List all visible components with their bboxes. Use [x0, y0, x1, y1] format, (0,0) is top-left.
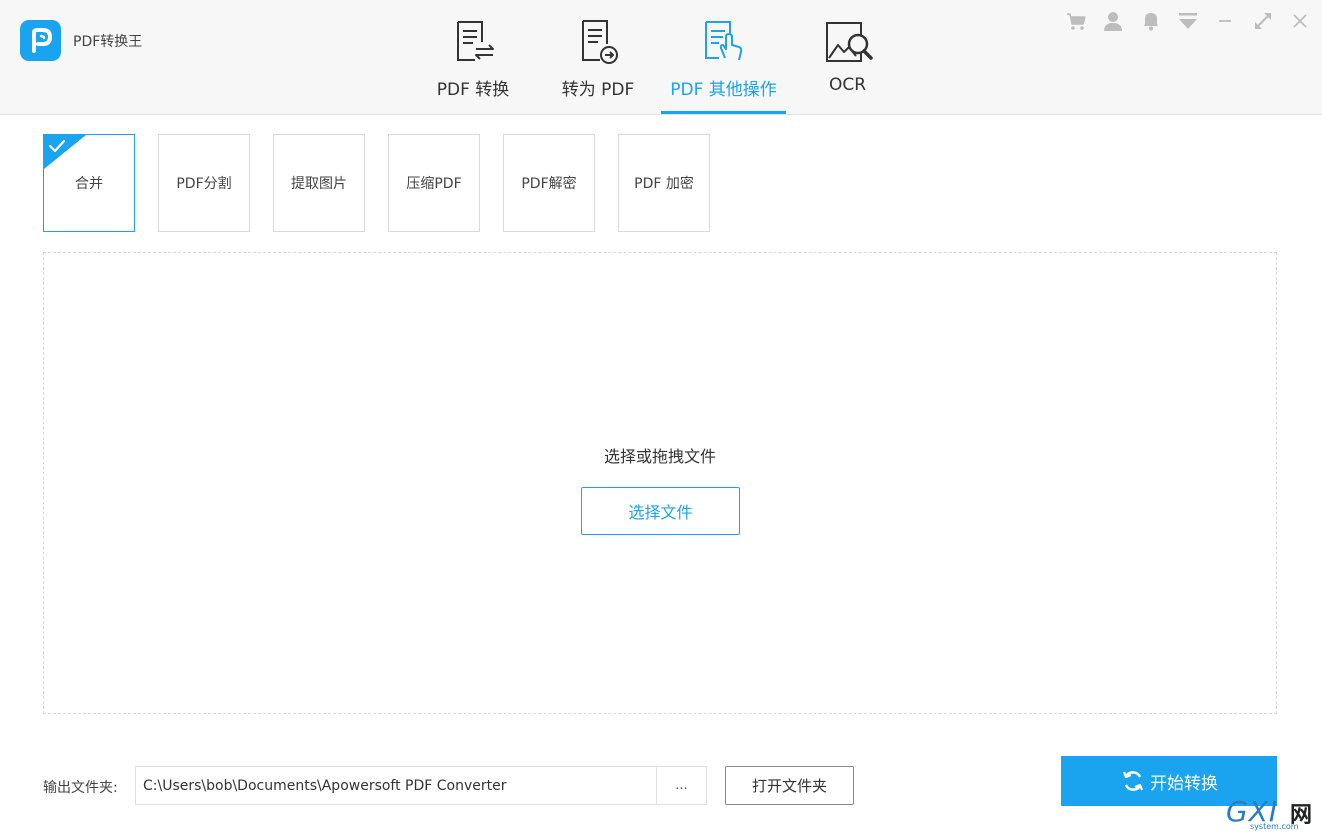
operation-split[interactable]: PDF分割 [158, 134, 250, 232]
operation-extract-images[interactable]: 提取图片 [273, 134, 365, 232]
watermark-site: system.com [1250, 822, 1299, 831]
tab-to-pdf[interactable]: 转为 PDF [545, 0, 651, 114]
active-tab-indicator [661, 111, 786, 114]
cart-icon[interactable] [1065, 10, 1087, 32]
tab-pdf-convert[interactable]: PDF 转换 [420, 0, 526, 114]
output-path-field[interactable] [135, 766, 657, 805]
refresh-icon [1122, 771, 1144, 791]
browse-button[interactable]: ... [656, 766, 707, 805]
user-icon[interactable] [1102, 10, 1124, 32]
close-icon[interactable] [1289, 10, 1311, 32]
tab-label: PDF 其他操作 [670, 80, 777, 100]
tab-label: 转为 PDF [561, 80, 635, 100]
tab-label: PDF 转换 [436, 80, 510, 100]
file-drop-zone[interactable]: 选择或拖拽文件 选择文件 [43, 252, 1277, 714]
tab-pdf-other-operations[interactable]: PDF 其他操作 [661, 0, 786, 114]
app-title: PDF转换王 [73, 34, 143, 50]
operation-decrypt[interactable]: PDF解密 [503, 134, 595, 232]
tab-ocr[interactable]: OCR [800, 0, 895, 114]
start-label: 开始转换 [1150, 773, 1218, 794]
tab-label: OCR [828, 75, 867, 95]
to-pdf-icon [582, 20, 618, 64]
bell-icon[interactable] [1140, 10, 1162, 32]
choose-file-button[interactable]: 选择文件 [581, 487, 740, 535]
operation-label: PDF 加密 [634, 176, 694, 192]
operation-compress[interactable]: 压缩PDF [388, 134, 480, 232]
operation-encrypt[interactable]: PDF 加密 [618, 134, 710, 232]
operation-label: 提取图片 [291, 176, 347, 192]
top-bar: PDF转换王 PDF 转换 转为 PDF PDF 其他操作 OCR [0, 0, 1322, 115]
output-folder-label: 输出文件夹: [43, 780, 118, 796]
hand-pointer-document-icon [705, 21, 743, 61]
checkmark-corner-icon [44, 135, 86, 169]
app-logo-icon [20, 20, 61, 61]
ocr-image-search-icon [826, 22, 873, 62]
open-folder-button[interactable]: 打开文件夹 [725, 766, 854, 805]
operation-label: PDF解密 [521, 176, 577, 192]
operation-label: PDF分割 [176, 176, 232, 192]
maximize-icon[interactable] [1252, 10, 1274, 32]
operation-merge[interactable]: 合并 [43, 134, 135, 232]
operation-label: 压缩PDF [406, 176, 462, 192]
site-watermark: GXI 网 system.com [1226, 795, 1318, 835]
minimize-icon[interactable] [1214, 10, 1236, 32]
drop-hint: 选择或拖拽文件 [603, 447, 716, 466]
pdf-convert-icon [457, 21, 494, 61]
dropdown-menu-icon[interactable] [1177, 10, 1199, 32]
